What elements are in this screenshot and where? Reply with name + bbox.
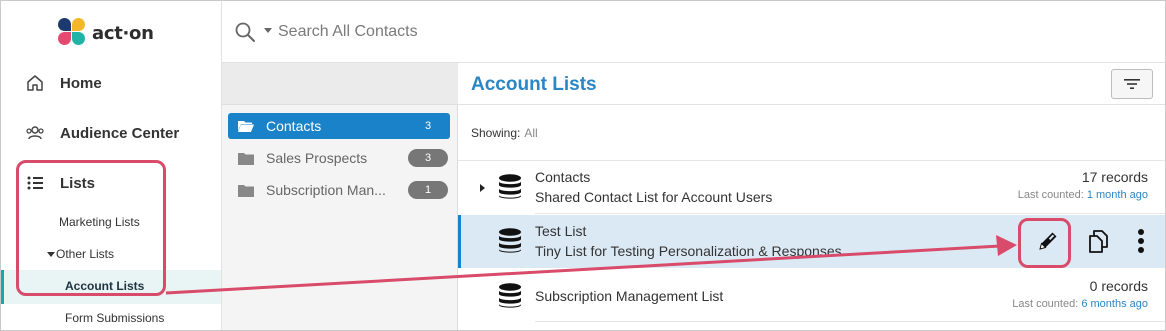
list-description: Shared Contact List for Account Users [535, 189, 773, 205]
folder-icon [238, 184, 254, 197]
folder-label: Subscription Man... [266, 182, 386, 198]
record-count: 17 records [1081, 169, 1148, 185]
search-input[interactable] [278, 18, 678, 46]
row-divider [535, 213, 1166, 214]
top-search-bar [222, 0, 1166, 63]
more-vertical-icon [1138, 229, 1144, 253]
nav-item-home[interactable]: Home [24, 72, 102, 94]
folder-label: Sales Prospects [266, 150, 368, 166]
database-icon [499, 283, 521, 308]
annotation-highlight-nav [16, 160, 166, 296]
filter-button[interactable] [1111, 69, 1153, 99]
home-icon [24, 72, 46, 94]
expand-arrow-icon[interactable] [480, 184, 485, 192]
list-name[interactable]: Subscription Management List [535, 288, 723, 304]
last-counted: Last counted: 6 months ago [1012, 298, 1148, 310]
folder-label: Contacts [266, 118, 322, 134]
folder-count-badge: 1 [408, 181, 448, 199]
filter-icon [1124, 79, 1140, 89]
audience-icon [24, 122, 46, 144]
showing-filter: Showing: All [471, 126, 538, 140]
nav-label-audience-center: Audience Center [60, 124, 180, 142]
list-row-contacts[interactable]: Contacts Shared Contact List for Account… [458, 161, 1166, 214]
nav-item-audience-center[interactable]: Audience Center [24, 122, 179, 144]
database-icon [499, 228, 521, 253]
main-header: Account Lists [458, 63, 1166, 105]
folder-item-contacts[interactable]: Contacts 3 [228, 113, 450, 139]
brand-name: act·on [92, 22, 154, 44]
folder-item-sales-prospects[interactable]: Sales Prospects 3 [228, 145, 450, 171]
showing-label: Showing: [471, 126, 521, 140]
record-count: 0 records [1089, 278, 1148, 294]
folder-item-subscription-management[interactable]: Subscription Man... 1 [228, 177, 450, 203]
row-divider [535, 321, 1166, 322]
annotation-highlight-edit [1018, 218, 1071, 268]
database-icon [499, 174, 521, 199]
act-on-logo-icon [58, 18, 88, 48]
list-description: Tiny List for Testing Personalization & … [535, 243, 842, 259]
duplicate-icon [1089, 230, 1108, 253]
folder-icon [238, 152, 254, 165]
list-row-subscription-management[interactable]: Subscription Management List 0 records L… [458, 269, 1166, 322]
last-counted-link[interactable]: 1 month ago [1087, 189, 1148, 201]
search-scope-dropdown-icon[interactable] [264, 28, 272, 33]
duplicate-button[interactable] [1083, 226, 1115, 256]
account-lists-pane: Account Lists Showing: All Contacts Share… [458, 63, 1166, 331]
folder-count-badge: 3 [424, 120, 432, 132]
last-counted-label: Last counted: [1017, 189, 1084, 201]
nav-item-form-submissions[interactable]: Form Submissions [65, 311, 164, 325]
last-counted-link[interactable]: 6 months ago [1081, 298, 1148, 310]
search-icon[interactable] [234, 21, 256, 48]
folder-pane: Contacts 3 Sales Prospects 3 Subscriptio… [222, 63, 458, 331]
folder-pane-header [222, 63, 458, 105]
nav-label-home: Home [60, 74, 102, 92]
last-counted-label: Last counted: [1012, 298, 1079, 310]
folder-count-badge: 3 [408, 149, 448, 167]
list-name[interactable]: Contacts [535, 169, 590, 185]
folder-open-icon [238, 121, 254, 132]
page-title: Account Lists [471, 74, 597, 95]
brand-logo[interactable]: act·on [58, 16, 154, 50]
showing-value: All [524, 126, 538, 140]
more-options-button[interactable] [1131, 226, 1151, 256]
list-name[interactable]: Test List [535, 223, 586, 239]
last-counted: Last counted: 1 month ago [1018, 189, 1148, 201]
